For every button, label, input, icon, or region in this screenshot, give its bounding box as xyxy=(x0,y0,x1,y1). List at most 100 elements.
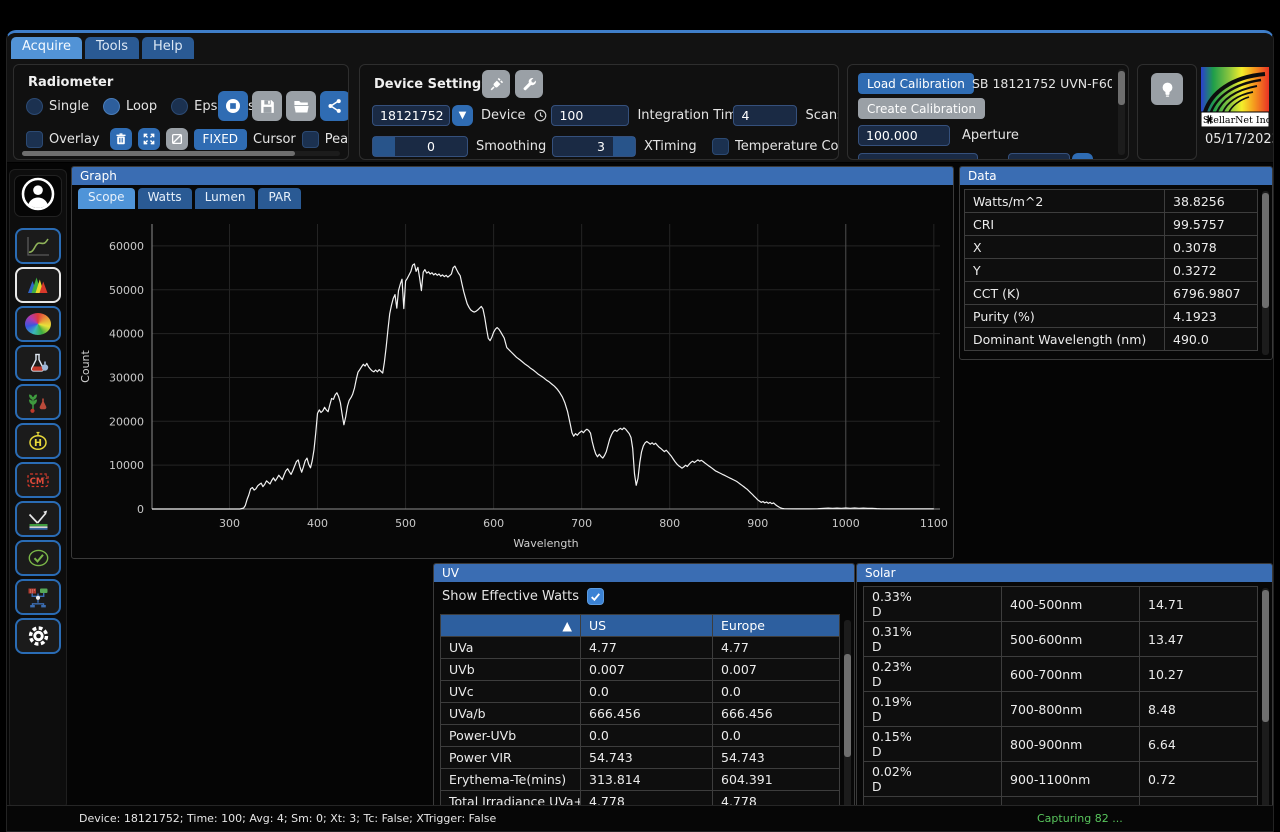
graph-tab-scope[interactable]: Scope xyxy=(78,188,135,209)
data-row[interactable]: Dominant Wavelength (nm)490.0 xyxy=(965,328,1258,351)
no-cursor-button[interactable] xyxy=(166,128,188,150)
integration-input[interactable]: 100 xyxy=(551,105,629,126)
solar-row[interactable]: 0.33%D400-500nm14.71 xyxy=(864,587,1258,622)
logo-text: StellarNet Inc xyxy=(1203,115,1269,126)
open-folder-button[interactable] xyxy=(286,91,316,121)
expand-button[interactable] xyxy=(138,128,160,150)
device-settings-panel: Device Settings 18121752 ▼ Device 100 In… xyxy=(359,64,839,160)
sidebar-color-wheel-icon[interactable] xyxy=(15,306,61,342)
calibration-vscrollbar[interactable] xyxy=(1118,69,1125,155)
svg-text:1100: 1100 xyxy=(920,517,948,530)
radiometer-hscrollbar[interactable] xyxy=(22,151,340,156)
uv-row[interactable]: UVa4.774.77 xyxy=(441,637,840,659)
data-row[interactable]: Watts/m^238.8256 xyxy=(965,190,1258,213)
peak-checkbox[interactable] xyxy=(302,131,319,148)
sidebar-botany-icon[interactable] xyxy=(15,384,61,420)
uv-header-row[interactable]: ▲USEurope xyxy=(441,615,840,637)
menu-tab-acquire[interactable]: Acquire xyxy=(11,37,82,59)
peak-label: Peak xyxy=(325,132,349,147)
device-dropdown-arrow-icon[interactable]: ▼ xyxy=(452,105,473,126)
overlay-label: Overlay xyxy=(49,132,100,147)
aperture-input[interactable]: 100.000 xyxy=(858,125,950,146)
sidebar-validation-icon[interactable] xyxy=(15,540,61,576)
graph-tab-lumen[interactable]: Lumen xyxy=(195,188,256,209)
user-icon xyxy=(21,177,55,215)
menu-tab-help[interactable]: Help xyxy=(142,37,194,59)
temp-comp-label: Temperature Compensation xyxy=(735,139,839,154)
solar-row[interactable]: 0.02%D900-1100nm0.72 xyxy=(864,762,1258,797)
graph-panel-title: Graph xyxy=(72,167,953,185)
data-vscrollbar[interactable] xyxy=(1262,191,1269,355)
show-effective-watts-checkbox[interactable] xyxy=(587,588,604,605)
data-row[interactable]: Y0.3272 xyxy=(965,259,1258,282)
smoothing-label: Smoothing xyxy=(476,139,552,154)
temp-comp-checkbox[interactable] xyxy=(712,138,729,155)
spectrum-chart[interactable]: 0100002000030000400005000060000300400500… xyxy=(75,212,951,556)
epsiodics-radio[interactable] xyxy=(171,98,188,115)
uv-row[interactable]: UVc0.00.0 xyxy=(441,681,840,703)
menu-tab-tools[interactable]: Tools xyxy=(85,37,139,59)
solar-row[interactable]: 0.19%D700-800nm8.48 xyxy=(864,692,1258,727)
plug-button[interactable] xyxy=(482,70,510,98)
sidebar-chemistry-icon[interactable] xyxy=(15,345,61,381)
record-button[interactable] xyxy=(218,91,248,121)
solar-row[interactable]: 0.15%D800-900nm6.64 xyxy=(864,727,1258,762)
sidebar-hydrogen-icon[interactable]: H xyxy=(15,423,61,459)
xtiming-stepper[interactable]: 3 xyxy=(552,136,636,157)
svg-text:800: 800 xyxy=(659,517,680,530)
share-button[interactable] xyxy=(320,91,349,121)
radiometer-title: Radiometer xyxy=(28,75,113,90)
solar-row[interactable]: 0.23%D600-700nm10.27 xyxy=(864,657,1258,692)
graph-tab-par[interactable]: PAR xyxy=(258,188,301,209)
svg-text:50000: 50000 xyxy=(109,284,144,297)
fixed-button[interactable]: FIXED xyxy=(194,129,247,150)
device-select[interactable]: 18121752 xyxy=(372,105,450,126)
avatar[interactable] xyxy=(14,175,62,217)
uv-row[interactable]: Power VIR54.74354.743 xyxy=(441,747,840,769)
device-settings-title: Device Settings xyxy=(374,77,489,92)
uv-panel-title: UV xyxy=(434,564,854,582)
sort-asc-icon[interactable]: ▲ xyxy=(441,615,581,637)
uv-row[interactable]: UVb0.0070.007 xyxy=(441,659,840,681)
uv-row[interactable]: UVa/b666.456666.456 xyxy=(441,703,840,725)
uv-row[interactable]: Power-UVb0.00.0 xyxy=(441,725,840,747)
save-button[interactable] xyxy=(252,91,282,121)
overlay-checkbox[interactable] xyxy=(26,131,43,148)
loop-radio[interactable] xyxy=(103,98,120,115)
data-row[interactable]: CCT (K)6796.9807 xyxy=(965,282,1258,305)
sidebar-settings-gear-icon[interactable] xyxy=(15,618,61,654)
scans-input[interactable]: 4 xyxy=(733,105,797,126)
graph-tab-watts[interactable]: Watts xyxy=(138,188,192,209)
data-row[interactable]: CRI99.5757 xyxy=(965,213,1258,236)
clipped-dropdown-arrow-icon[interactable]: ▼ xyxy=(1072,153,1093,160)
status-device-info: Device: 18121752; Time: 100; Avg: 4; Sm:… xyxy=(79,812,496,825)
clipped-select[interactable] xyxy=(1008,153,1070,160)
sidebar-spectrum-icon[interactable] xyxy=(15,267,61,303)
uv-vscrollbar[interactable] xyxy=(844,620,851,808)
stellarnet-logo: StellarNet Inc xyxy=(1201,67,1269,127)
calibration-file-name: SB 18121752 UVN-F600.CAL xyxy=(972,76,1112,91)
single-radio[interactable] xyxy=(26,98,43,115)
data-row[interactable]: Purity (%)4.1923 xyxy=(965,305,1258,328)
svg-text:-1: -1 xyxy=(43,475,48,481)
uv-row[interactable]: Erythema-Te(mins)313.814604.391 xyxy=(441,769,840,791)
integration-label: Integration Time xyxy=(637,108,733,123)
sidebar-reflectance-icon[interactable] xyxy=(15,501,61,537)
sidebar-cm-inverse-icon[interactable]: CM-1 xyxy=(15,462,61,498)
svg-text:300: 300 xyxy=(219,517,240,530)
solar-row[interactable]: 0.31%D500-600nm13.47 xyxy=(864,622,1258,657)
solar-vscrollbar[interactable] xyxy=(1262,588,1269,808)
svg-text:900: 900 xyxy=(747,517,768,530)
calibration-panel: Load Calibration SB 18121752 UVN-F600.CA… xyxy=(847,64,1129,160)
trash-button[interactable] xyxy=(110,128,132,150)
sidebar-scope-graph-icon[interactable] xyxy=(15,228,61,264)
wrench-button[interactable] xyxy=(515,70,543,98)
data-row[interactable]: X0.3078 xyxy=(965,236,1258,259)
sidebar-network-icon[interactable] xyxy=(15,579,61,615)
smoothing-stepper[interactable]: 0 xyxy=(372,136,468,157)
create-calibration-button[interactable]: Create Calibration xyxy=(858,98,985,119)
load-calibration-button[interactable]: Load Calibration xyxy=(858,73,974,94)
device-label: Device xyxy=(481,108,525,123)
clipped-field[interactable] xyxy=(858,153,978,160)
lightbulb-button[interactable] xyxy=(1151,73,1183,105)
